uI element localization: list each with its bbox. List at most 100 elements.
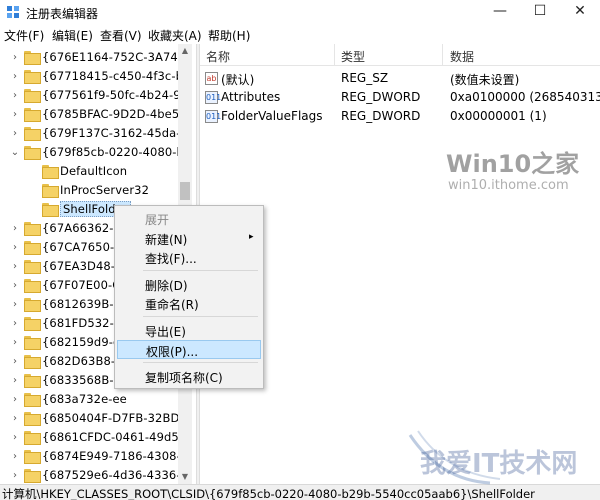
value-row[interactable]: ab (默认) REG_SZ (数值未设置) <box>200 69 600 88</box>
tree-item[interactable]: › {676E1164-752C-3A74-8D <box>0 48 180 67</box>
tree-item[interactable]: › {6850404F-D7FB-32BD-83 <box>0 409 180 428</box>
tree-item[interactable]: › {6785BFAC-9D2D-4be5-B7 <box>0 105 180 124</box>
watermark: Win10之家 win10.ithome.com <box>446 144 600 204</box>
context-menu-item[interactable]: 删除(D) <box>117 275 261 294</box>
column-data-header[interactable]: 数据 <box>450 48 474 65</box>
chevron-right-icon[interactable]: › <box>10 219 20 238</box>
context-menu-item-label: 新建(N) <box>145 233 188 247</box>
column-name-header[interactable]: 名称 <box>206 48 230 65</box>
tree-item-label: {6861CFDC-0461-49d5-A8 <box>42 430 180 444</box>
folder-icon <box>24 108 41 122</box>
context-menu-item[interactable]: 导出(E) <box>117 321 261 340</box>
column-separator[interactable] <box>442 44 443 66</box>
tree-item[interactable]: › {6861CFDC-0461-49d5-A8 <box>0 428 180 447</box>
tree-item[interactable]: › {677561f9-50fc-4b24-921c <box>0 86 180 105</box>
maximize-icon: ☐ <box>533 3 547 19</box>
context-menu-item-label: 查找(F)... <box>145 252 197 266</box>
menu-separator <box>143 270 258 271</box>
scroll-up-arrow-icon[interactable]: ▲ <box>178 44 192 58</box>
chevron-right-icon[interactable]: › <box>10 409 20 428</box>
menu-separator <box>143 362 258 363</box>
tree-item-label: {676E1164-752C-3A74-8D <box>42 50 180 64</box>
value-name: (默认) <box>221 73 255 87</box>
minimize-icon: — <box>493 3 507 19</box>
chevron-right-icon[interactable]: › <box>10 295 20 314</box>
chevron-right-icon[interactable]: › <box>10 238 20 257</box>
tree-item[interactable]: › {67718415-c450-4f3c-bf8a <box>0 67 180 86</box>
tree-item-label: {687529e6-4d36-4336-88e <box>42 468 180 482</box>
value-type: REG_SZ <box>341 71 389 85</box>
context-menu-item[interactable]: 新建(N) ▸ <box>117 229 261 248</box>
chevron-right-icon[interactable]: › <box>10 314 20 333</box>
folder-icon <box>24 146 41 160</box>
scroll-down-arrow-icon[interactable]: ▼ <box>178 470 192 484</box>
menu-view[interactable]: 查看(V) <box>100 27 142 44</box>
tree-item[interactable]: InProcServer32 <box>0 181 180 200</box>
context-menu-item-label: 导出(E) <box>145 325 186 339</box>
chevron-right-icon[interactable]: › <box>10 428 20 447</box>
chevron-right-icon[interactable]: › <box>10 105 20 124</box>
chevron-right-icon[interactable]: › <box>10 371 20 390</box>
folder-icon <box>24 450 41 464</box>
chevron-right-icon[interactable]: › <box>10 124 20 143</box>
minimize-button[interactable]: — <box>480 0 520 24</box>
folder-icon <box>24 241 41 255</box>
chevron-right-icon[interactable]: › <box>10 390 20 409</box>
chevron-right-icon[interactable]: › <box>10 257 20 276</box>
tree-item-label: {6874E949-7186-4308-A1E <box>42 449 180 463</box>
chevron-right-icon[interactable]: › <box>10 86 20 105</box>
window-title: 注册表编辑器 <box>26 7 99 21</box>
close-button[interactable]: ✕ <box>560 0 600 24</box>
tree-item-label: {677561f9-50fc-4b24-921c <box>42 88 180 102</box>
context-menu-item-label: 重命名(R) <box>145 298 199 312</box>
tree-item[interactable]: ⌄ {679f85cb-0220-4080-b29 <box>0 143 180 162</box>
chevron-right-icon[interactable]: › <box>10 447 20 466</box>
chevron-right-icon[interactable]: › <box>10 276 20 295</box>
folder-icon <box>42 184 59 198</box>
folder-icon <box>24 298 41 312</box>
context-menu-item: 展开 <box>117 209 261 228</box>
menu-edit[interactable]: 编辑(E) <box>52 27 93 44</box>
chevron-down-icon[interactable]: ⌄ <box>10 143 20 162</box>
value-data: 0x00000001 (1) <box>450 109 547 123</box>
context-menu-item[interactable]: 重命名(R) <box>117 294 261 313</box>
tree-item[interactable]: › {6874E949-7186-4308-A1E <box>0 447 180 466</box>
tree-item[interactable]: › {687529e6-4d36-4336-88e <box>0 466 180 484</box>
tree-item-label: DefaultIcon <box>60 164 128 178</box>
context-menu-item[interactable]: 权限(P)... <box>117 340 261 359</box>
scroll-thumb[interactable] <box>180 182 190 200</box>
folder-icon <box>42 203 59 217</box>
column-type-header[interactable]: 类型 <box>341 48 365 65</box>
folder-icon <box>24 355 41 369</box>
menu-separator <box>143 316 258 317</box>
tree-item-label: {6850404F-D7FB-32BD-83 <box>42 411 180 425</box>
tree-item[interactable]: › {679F137C-3162-45da-BE3 <box>0 124 180 143</box>
folder-icon <box>24 469 41 483</box>
menu-help[interactable]: 帮助(H) <box>208 27 250 44</box>
chevron-right-icon[interactable]: › <box>10 48 20 67</box>
menu-favorites[interactable]: 收藏夹(A) <box>148 27 202 44</box>
menu-file[interactable]: 文件(F) <box>4 27 44 44</box>
folder-icon <box>24 374 41 388</box>
maximize-button[interactable]: ☐ <box>520 0 560 24</box>
folder-icon <box>24 412 41 426</box>
chevron-right-icon[interactable]: › <box>10 352 20 371</box>
chevron-right-icon[interactable]: › <box>10 67 20 86</box>
chevron-right-icon[interactable]: › <box>10 466 20 484</box>
value-type: REG_DWORD <box>341 109 421 123</box>
binary-value-icon: 011 <box>205 110 222 123</box>
value-row[interactable]: 011 Attributes REG_DWORD 0xa0100000 (268540… <box>200 88 600 107</box>
value-data: (数值未设置) <box>450 73 520 87</box>
column-separator[interactable] <box>334 44 335 66</box>
chevron-right-icon[interactable]: › <box>10 333 20 352</box>
tree-item-label: {683a732e-ee <box>42 392 127 406</box>
tree-item[interactable]: › {683a732e-ee <box>0 390 180 409</box>
context-menu-item-label: 删除(D) <box>145 279 188 293</box>
tree-item[interactable]: DefaultIcon <box>0 162 180 181</box>
tree-item-label: {67718415-c450-4f3c-bf8a <box>42 69 180 83</box>
value-row[interactable]: 011 FolderValueFlags REG_DWORD 0x00000001 (… <box>200 107 600 126</box>
site-watermark-text: 我爱IT技术网 <box>420 449 578 479</box>
submenu-arrow-icon: ▸ <box>249 232 254 242</box>
context-menu-item[interactable]: 复制项名称(C) <box>117 367 261 386</box>
context-menu-item[interactable]: 查找(F)... <box>117 248 261 267</box>
